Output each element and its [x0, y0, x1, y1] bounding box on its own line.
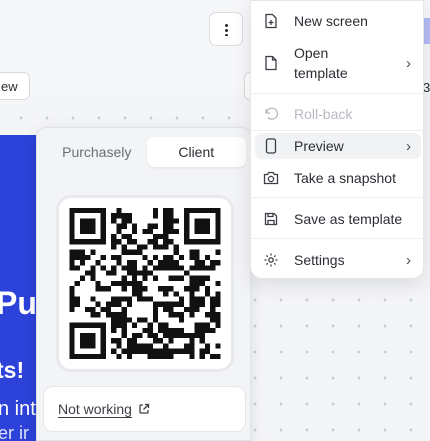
preview-subheadline: ts!	[0, 357, 25, 383]
preview-phone-icon	[263, 138, 279, 154]
new-screen-icon	[263, 13, 279, 29]
menu-item-label: Settings	[294, 252, 345, 268]
chevron-right-icon: ›	[406, 54, 411, 72]
chevron-right-icon: ›	[406, 251, 411, 269]
tab-client[interactable]: Client	[146, 137, 246, 167]
menu-item-settings[interactable]: Settings ›	[255, 248, 421, 272]
preview-headline: Pu	[0, 285, 37, 321]
menu-item-label: Roll-back	[294, 106, 353, 122]
menu-divider	[251, 93, 425, 94]
menu-divider	[251, 238, 425, 239]
view-button-label: ew	[1, 79, 18, 94]
menu-item-rollback[interactable]: Roll-back	[255, 102, 421, 126]
menu-item-new-screen[interactable]: New screen	[255, 9, 421, 33]
chevron-right-icon: ›	[406, 137, 411, 155]
preview-body-line-2: er ir	[0, 423, 29, 441]
view-button[interactable]: ew	[0, 72, 30, 100]
gear-icon	[263, 252, 279, 268]
menu-item-label: Open template	[294, 45, 348, 81]
kebab-icon	[224, 22, 228, 36]
menu-divider	[251, 130, 425, 131]
tab-purchasely[interactable]: Purchasely	[47, 137, 147, 167]
menu-item-label: Save as template	[294, 211, 403, 227]
editor-stage: ew 3 Pu ts! n int er ir Purchasely Clien…	[0, 0, 430, 441]
menu-item-save-template[interactable]: Save as template	[255, 207, 421, 231]
preview-target-switch: Purchasely Client	[47, 137, 246, 167]
menu-item-preview[interactable]: Preview ›	[255, 133, 421, 159]
not-working-card: Not working	[43, 386, 246, 432]
not-working-link[interactable]: Not working	[58, 401, 150, 417]
not-working-label: Not working	[58, 401, 132, 417]
menu-item-snapshot[interactable]: Take a snapshot	[255, 166, 421, 190]
save-icon	[263, 211, 279, 227]
more-options-menu: New screen Open template › Roll-back Pre…	[250, 0, 425, 279]
menu-item-label: Preview	[294, 138, 344, 154]
rollback-icon	[263, 106, 279, 122]
external-link-icon	[139, 403, 150, 414]
open-template-icon	[263, 55, 279, 71]
camera-icon	[263, 170, 279, 186]
qr-code-frame	[59, 198, 231, 369]
preview-body-line: n int	[0, 398, 36, 420]
menu-item-label: New screen	[294, 13, 368, 29]
menu-item-label: Take a snapshot	[294, 170, 396, 186]
qr-preview-popover: Purchasely Client Not working	[36, 127, 251, 441]
menu-item-open-template[interactable]: Open template ›	[255, 41, 421, 85]
qr-code-image	[69, 208, 221, 359]
menu-divider	[251, 197, 425, 198]
more-options-button[interactable]	[209, 12, 243, 46]
